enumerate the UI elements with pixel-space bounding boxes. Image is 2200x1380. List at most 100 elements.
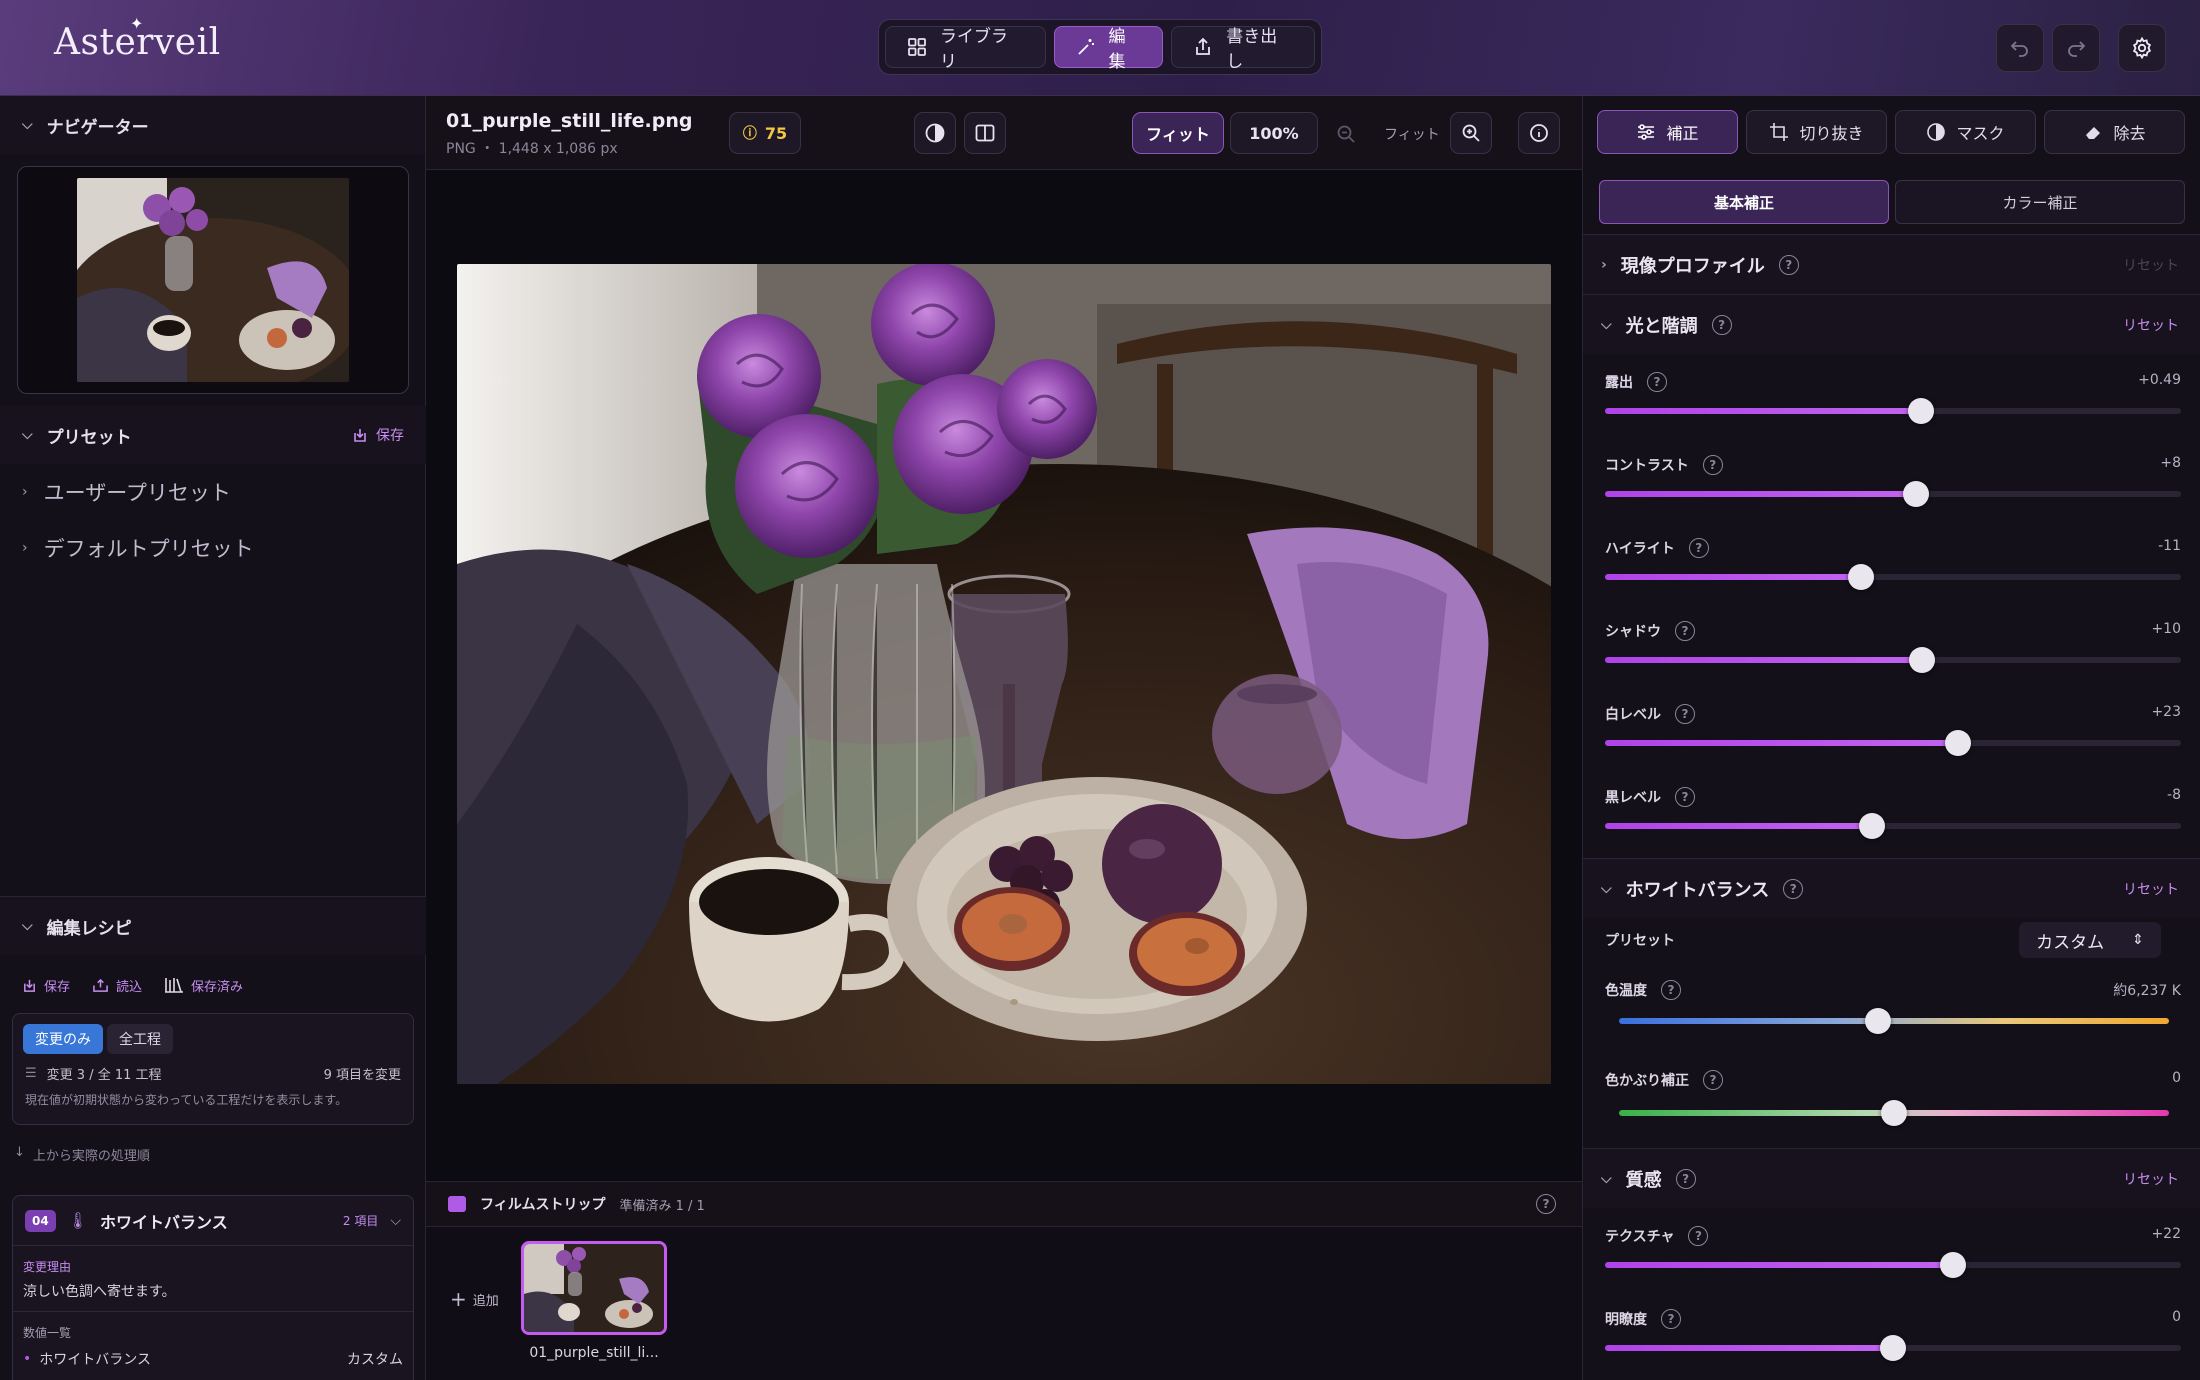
slider-track[interactable] bbox=[1605, 813, 2181, 839]
user-presets-row[interactable]: › ユーザープリセット bbox=[0, 464, 426, 520]
fit-button[interactable]: フィット bbox=[1132, 112, 1224, 154]
tint-slider[interactable]: 色かぶり補正? 0 bbox=[1605, 1070, 2181, 1126]
help-icon[interactable]: ? bbox=[1688, 1226, 1709, 1246]
slider-knob[interactable] bbox=[1880, 1335, 1906, 1361]
image-canvas[interactable] bbox=[457, 264, 1551, 1084]
score-badge[interactable]: ⓘ 75 bbox=[729, 112, 801, 154]
recipe-saved-button[interactable]: 保存済み bbox=[164, 976, 243, 995]
tint-knob[interactable] bbox=[1881, 1100, 1907, 1126]
light-slider-0[interactable]: 露出? +0.49 bbox=[1605, 372, 2181, 424]
filmstrip-thumb-name: 01_purple_still_li... bbox=[529, 1345, 659, 1361]
slider-label: 露出 bbox=[1605, 375, 1633, 391]
light-reset[interactable]: リセット bbox=[2123, 315, 2179, 335]
light-slider-5[interactable]: 黒レベル? -8 bbox=[1605, 787, 2181, 839]
help-icon[interactable]: ? bbox=[1688, 538, 1709, 558]
gear-icon bbox=[2132, 36, 2152, 60]
tab-mask[interactable]: マスク bbox=[1895, 110, 2036, 154]
slider-track[interactable] bbox=[1605, 564, 2181, 590]
help-icon[interactable]: ? bbox=[1661, 980, 1681, 1000]
presets-header[interactable]: ⌵ プリセット 保存 bbox=[0, 406, 426, 464]
navigator-preview[interactable] bbox=[17, 166, 409, 394]
help-icon[interactable]: ? bbox=[1675, 1168, 1696, 1189]
slider-knob[interactable] bbox=[1908, 398, 1935, 424]
slider-fill bbox=[1605, 491, 1917, 497]
profile-reset[interactable]: リセット bbox=[2123, 255, 2179, 275]
tab-all-steps[interactable]: 全工程 bbox=[107, 1024, 173, 1054]
wb-group-header[interactable]: ⌵ ホワイトバランス? リセット bbox=[1583, 858, 2200, 918]
zoom-in-button[interactable] bbox=[1450, 112, 1492, 154]
export-tab[interactable]: 書き出し bbox=[1171, 26, 1315, 72]
slider-knob[interactable] bbox=[1908, 647, 1935, 673]
subtab-basic[interactable]: 基本補正 bbox=[1599, 180, 1889, 224]
edit-tab[interactable]: 編集 bbox=[1053, 26, 1164, 72]
light-slider-4[interactable]: 白レベル? +23 bbox=[1605, 704, 2181, 756]
slider-knob[interactable] bbox=[1944, 730, 1971, 756]
help-icon[interactable]: ? bbox=[1783, 878, 1804, 899]
tab-adjust[interactable]: 補正 bbox=[1597, 110, 1738, 154]
slider-knob[interactable] bbox=[1858, 813, 1885, 839]
navigator-header[interactable]: ⌵ ナビゲーター bbox=[0, 96, 425, 154]
recipe-step-card[interactable]: 04 🌡 ホワイトバランス 2 項目 ⌵ 変更理由 涼しい色調へ寄せます。 数値… bbox=[12, 1195, 414, 1380]
light-slider-3[interactable]: シャドウ? +10 bbox=[1605, 621, 2181, 673]
slider-track[interactable] bbox=[1605, 481, 2181, 507]
temp-track[interactable] bbox=[1619, 1008, 2169, 1034]
light-group-header[interactable]: ⌵ 光と階調? リセット bbox=[1583, 294, 2200, 354]
tab-remove[interactable]: 除去 bbox=[2044, 110, 2185, 154]
help-icon[interactable]: ? bbox=[1661, 1309, 1681, 1329]
tint-track[interactable] bbox=[1619, 1100, 2169, 1126]
tab-crop[interactable]: 切り抜き bbox=[1746, 110, 1887, 154]
help-icon[interactable]: ? bbox=[1702, 455, 1723, 475]
default-presets-row[interactable]: › デフォルトプリセット bbox=[0, 520, 426, 576]
help-icon[interactable]: ? bbox=[1711, 314, 1732, 335]
wb-reset[interactable]: リセット bbox=[2123, 879, 2179, 899]
help-icon[interactable]: ? bbox=[1778, 254, 1799, 275]
help-icon[interactable]: ? bbox=[1647, 372, 1667, 392]
zoom-out-button[interactable] bbox=[1336, 124, 1356, 148]
help-icon[interactable]: ? bbox=[1536, 1194, 1556, 1214]
recipe-save-button[interactable]: 保存 bbox=[22, 976, 70, 995]
light-slider-2[interactable]: ハイライト? -11 bbox=[1605, 538, 2181, 590]
texture-slider-1[interactable]: 明瞭度? 0 bbox=[1605, 1309, 2181, 1361]
help-icon[interactable]: ? bbox=[1703, 1070, 1723, 1090]
temp-slider[interactable]: 色温度? 約6,237 K bbox=[1605, 980, 2181, 1034]
recipe-header[interactable]: ⌵ 編集レシピ bbox=[0, 897, 426, 955]
slider-value: -8 bbox=[2167, 787, 2181, 803]
wb-preset-select[interactable]: カスタム ⇕ bbox=[2019, 922, 2161, 958]
slider-track[interactable] bbox=[1605, 730, 2181, 756]
slider-track[interactable] bbox=[1605, 398, 2181, 424]
settings-button[interactable] bbox=[2118, 24, 2166, 72]
library-tab[interactable]: ライブラリ bbox=[885, 26, 1046, 72]
slider-label-row: 黒レベル? bbox=[1605, 787, 2181, 807]
help-icon[interactable]: ? bbox=[1675, 621, 1695, 641]
tab-changed-only[interactable]: 変更のみ bbox=[23, 1024, 103, 1054]
wb-preset-label: プリセット bbox=[1605, 933, 1675, 949]
recipe-load-button[interactable]: 読込 bbox=[92, 976, 142, 995]
split-view-toggle[interactable] bbox=[964, 112, 1006, 154]
preset-save-button[interactable]: 保存 bbox=[352, 425, 404, 445]
filmstrip-thumb[interactable] bbox=[521, 1241, 667, 1335]
slider-knob[interactable] bbox=[1903, 481, 1930, 507]
slider-track[interactable] bbox=[1605, 1252, 2181, 1278]
step-header[interactable]: 04 🌡 ホワイトバランス 2 項目 ⌵ bbox=[13, 1196, 413, 1246]
help-icon[interactable]: ? bbox=[1675, 787, 1695, 807]
help-icon[interactable]: ? bbox=[1675, 704, 1695, 724]
add-image-button[interactable]: + 追加 bbox=[450, 1287, 499, 1311]
slider-knob[interactable] bbox=[1940, 1252, 1967, 1278]
texture-reset[interactable]: リセット bbox=[2123, 1169, 2179, 1189]
texture-group-header[interactable]: ⌵ 質感? リセット bbox=[1583, 1148, 2200, 1208]
texture-slider-0[interactable]: テクスチャ? +22 bbox=[1605, 1226, 2181, 1278]
slider-track[interactable] bbox=[1605, 647, 2181, 673]
slider-track[interactable] bbox=[1605, 1335, 2181, 1361]
undo-button[interactable] bbox=[1996, 24, 2044, 72]
profile-group-header[interactable]: › 現像プロファイル? リセット bbox=[1583, 234, 2200, 294]
save-icon bbox=[354, 429, 366, 442]
compare-toggle[interactable] bbox=[914, 112, 956, 154]
redo-button[interactable] bbox=[2052, 24, 2100, 72]
list-icon: ☰ bbox=[25, 1066, 37, 1081]
subtab-color[interactable]: カラー補正 bbox=[1895, 180, 2185, 224]
light-slider-1[interactable]: コントラスト? +8 bbox=[1605, 455, 2181, 507]
temp-knob[interactable] bbox=[1864, 1008, 1891, 1034]
info-button[interactable] bbox=[1518, 112, 1560, 154]
zoom-100-button[interactable]: 100% bbox=[1230, 112, 1318, 154]
slider-knob[interactable] bbox=[1848, 564, 1875, 590]
